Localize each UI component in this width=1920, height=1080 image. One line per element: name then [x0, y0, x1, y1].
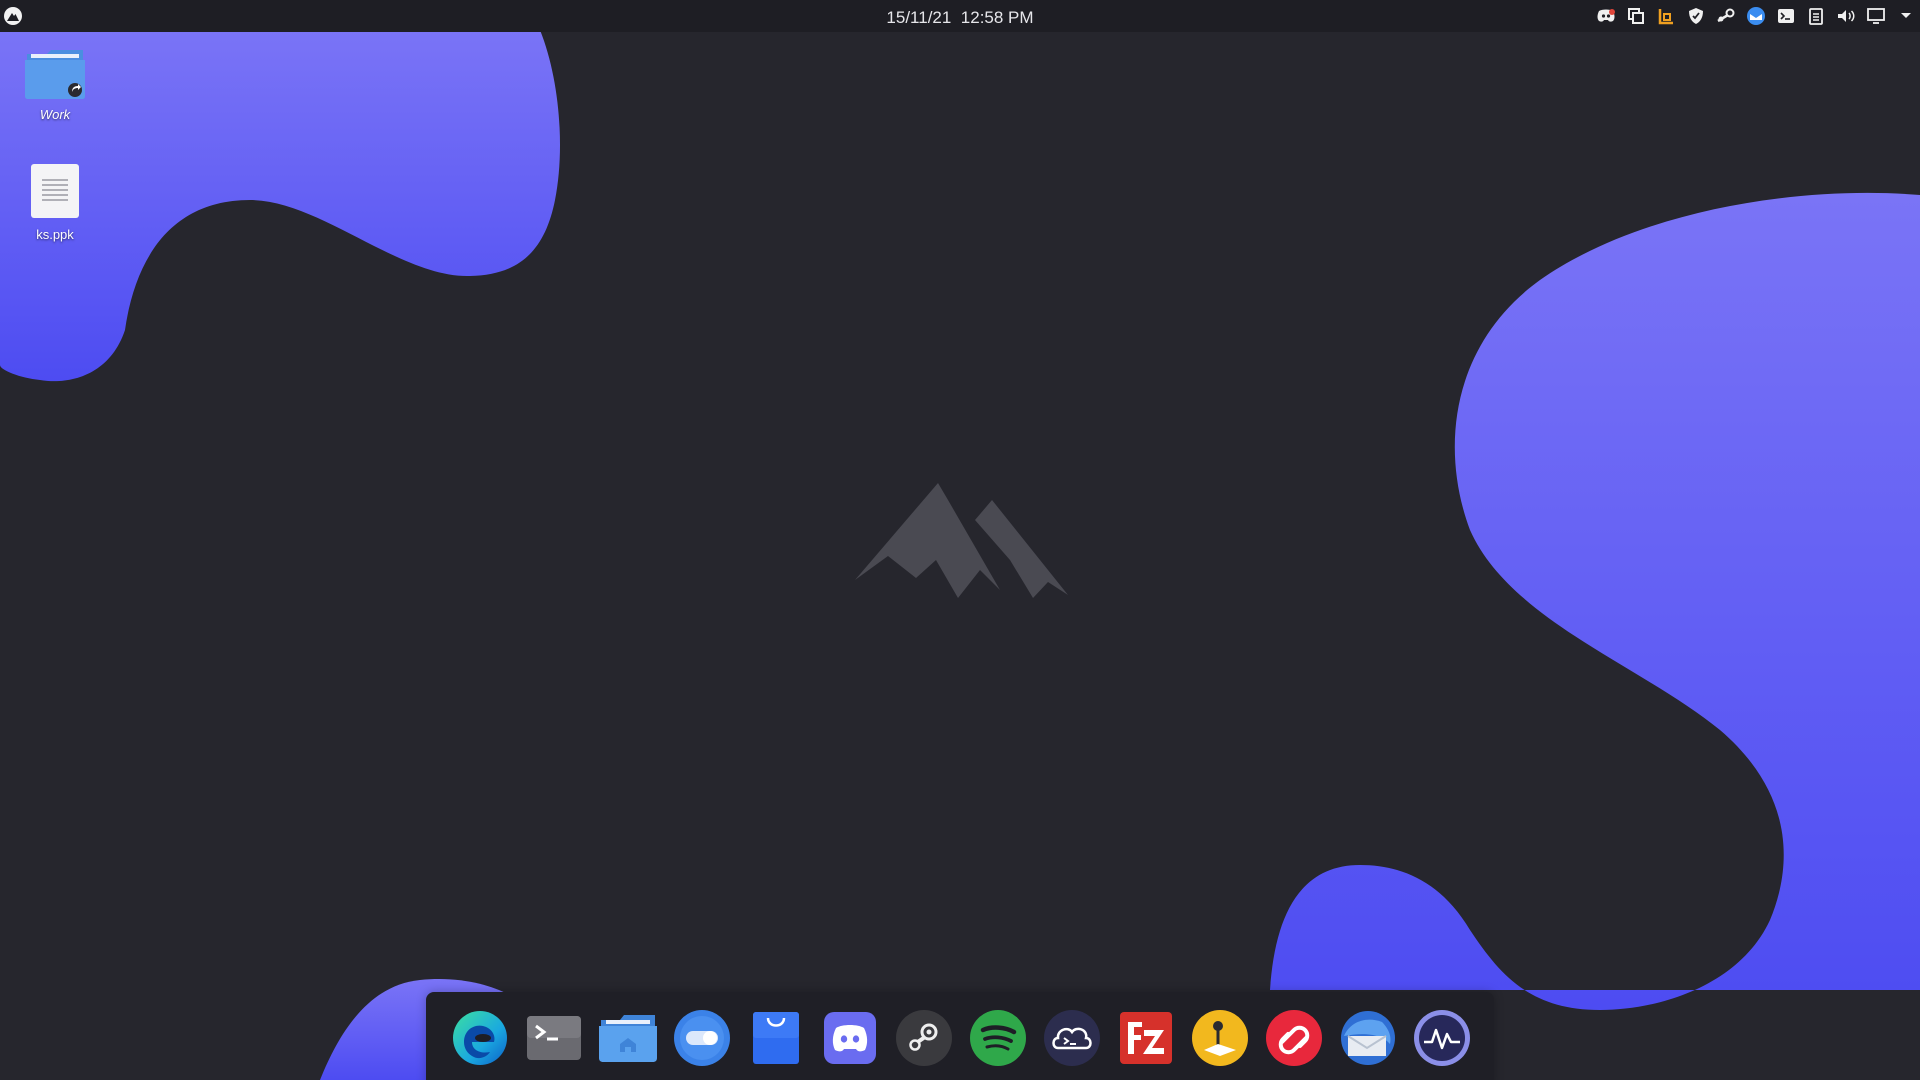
- shield-icon[interactable]: [1684, 4, 1708, 28]
- steam-tray-icon[interactable]: [1714, 4, 1738, 28]
- display-icon[interactable]: [1864, 4, 1888, 28]
- spotify-icon: [970, 1010, 1026, 1066]
- clock-widget[interactable]: 15/11/21 12:58 PM: [886, 8, 1033, 27]
- system-tray: [1588, 4, 1918, 28]
- store-bag-icon: [753, 1012, 799, 1064]
- dock-item-terminal[interactable]: [524, 1008, 584, 1068]
- dock-item-cloud-terminal[interactable]: [1042, 1008, 1102, 1068]
- dock-item-joystick[interactable]: [1190, 1008, 1250, 1068]
- clock-time: 12:58 PM: [960, 8, 1034, 27]
- volume-icon[interactable]: [1834, 4, 1858, 28]
- dock-item-authy[interactable]: [1264, 1008, 1324, 1068]
- joystick-icon: [1192, 1010, 1248, 1066]
- filezilla-icon: [1120, 1012, 1172, 1064]
- clock-date: 15/11/21: [886, 8, 952, 27]
- desktop-icon-ks-ppk[interactable]: ks.ppk: [10, 162, 100, 242]
- authy-icon: [1266, 1010, 1322, 1066]
- chevron-down-icon[interactable]: [1894, 4, 1918, 28]
- clipboard-icon[interactable]: [1804, 4, 1828, 28]
- dock-item-filezilla[interactable]: [1116, 1008, 1176, 1068]
- dock-item-settings[interactable]: [672, 1008, 732, 1068]
- dock-item-system-monitor[interactable]: [1412, 1008, 1472, 1068]
- terminal-tray-icon[interactable]: [1774, 4, 1798, 28]
- dock: [426, 992, 1494, 1080]
- desktop-icon-work[interactable]: Work: [10, 48, 100, 122]
- app-launcher-button[interactable]: [4, 7, 22, 25]
- clipboard-sync-icon[interactable]: [1624, 4, 1648, 28]
- mountain-logo: [855, 483, 1068, 598]
- folder-icon: [25, 50, 85, 99]
- system-monitor-icon: [1414, 1010, 1470, 1066]
- toggle-icon: [674, 1010, 730, 1066]
- desktop-icon-label: Work: [39, 107, 71, 122]
- mail-tray-icon[interactable]: [1744, 4, 1768, 28]
- wallpaper: [0, 30, 1920, 1080]
- steam-icon: [896, 1010, 952, 1066]
- file-manager-icon: [599, 1015, 657, 1062]
- blender-tray-icon[interactable]: [1654, 4, 1678, 28]
- dock-item-discord[interactable]: [820, 1008, 880, 1068]
- terminal-icon: [527, 1016, 581, 1060]
- discord-icon: [824, 1012, 876, 1064]
- text-file-icon: [31, 164, 79, 218]
- dock-item-edge[interactable]: [450, 1008, 510, 1068]
- mail-icon: [1341, 1011, 1395, 1065]
- dock-item-files[interactable]: [598, 1008, 658, 1068]
- wallpaper-blob-right: [1270, 192, 1920, 1010]
- top-panel: 15/11/21 12:58 PM: [0, 0, 1920, 32]
- edge-icon: [453, 1011, 507, 1065]
- dock-item-mail[interactable]: [1338, 1008, 1398, 1068]
- dock-item-store[interactable]: [746, 1008, 806, 1068]
- mountain-logo-icon: [7, 13, 19, 21]
- desktop-icon-label: ks.ppk: [36, 227, 74, 242]
- desktop[interactable]: 15/11/21 12:58 PM Work ks.ppk: [0, 0, 1920, 1080]
- discord-tray-icon[interactable]: [1594, 4, 1618, 28]
- dock-item-steam[interactable]: [894, 1008, 954, 1068]
- dock-item-spotify[interactable]: [968, 1008, 1028, 1068]
- cloud-terminal-icon: [1044, 1010, 1100, 1066]
